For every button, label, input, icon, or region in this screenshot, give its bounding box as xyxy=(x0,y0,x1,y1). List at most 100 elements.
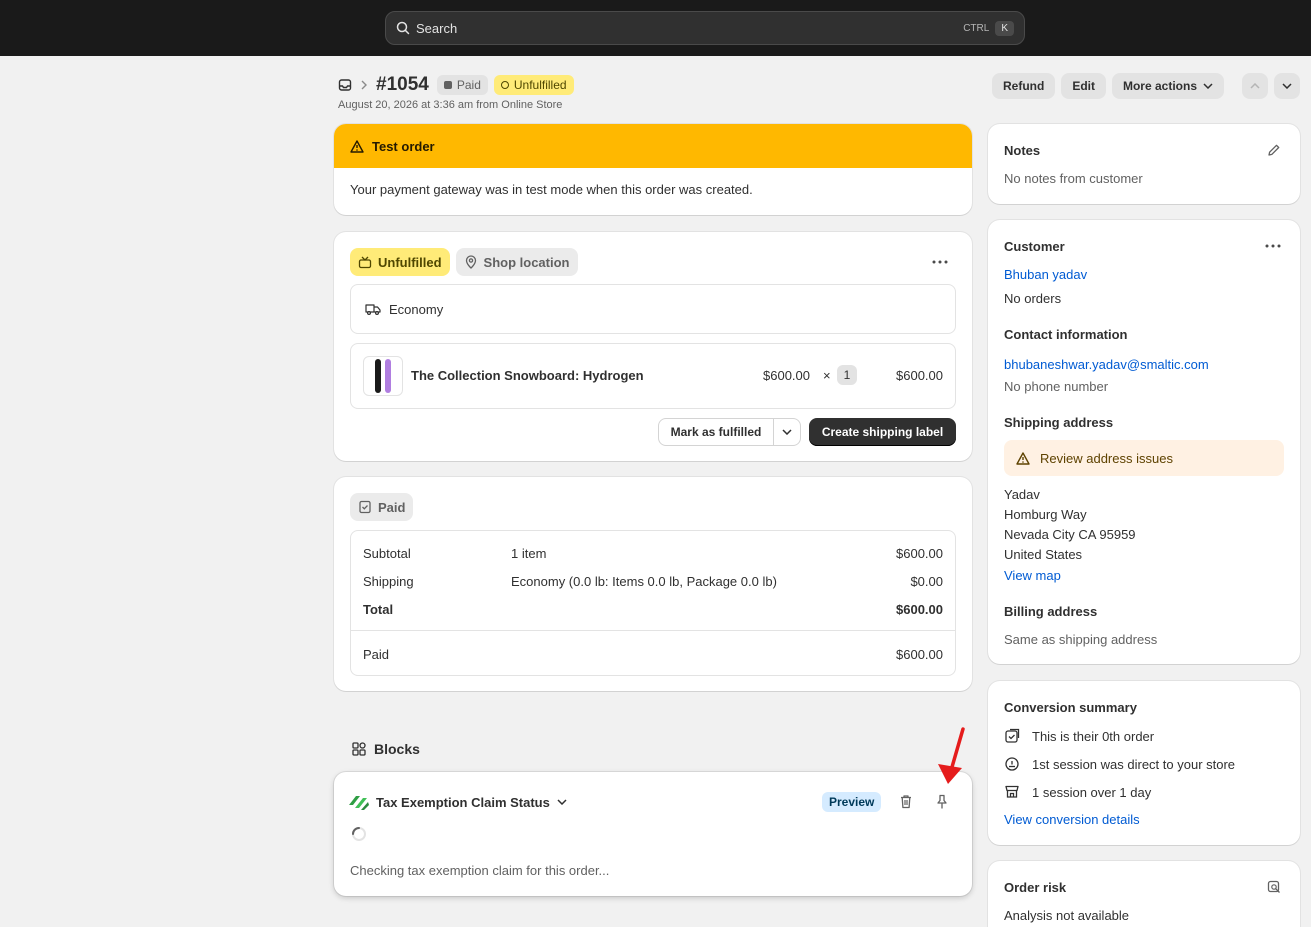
line-item: The Collection Snowboard: Hydrogen $600.… xyxy=(350,343,956,409)
app-logo-icon xyxy=(348,793,370,811)
chevron-up-icon xyxy=(1250,83,1260,89)
pin-icon[interactable] xyxy=(936,794,948,810)
order-risk-text: Analysis not available xyxy=(1004,908,1130,923)
refund-button[interactable]: Refund xyxy=(991,73,1056,99)
preview-badge: Preview xyxy=(822,792,882,812)
test-order-header: Test order xyxy=(334,124,972,168)
address-warning-text: Review address issues xyxy=(1040,450,1173,466)
customer-title: Customer xyxy=(1004,239,1065,254)
order-count-icon xyxy=(1004,728,1020,744)
top-bar: Search CTRL K xyxy=(0,0,1311,56)
blocks-heading: Blocks xyxy=(352,741,420,757)
test-order-message: Your payment gateway was in test mode wh… xyxy=(350,182,753,197)
fulfillment-status-badge: Unfulfilled xyxy=(493,75,574,95)
shortcut-k: K xyxy=(995,20,1014,36)
shortcut-ctrl: CTRL xyxy=(963,22,990,34)
alert-triangle-icon xyxy=(1016,451,1030,465)
address-line: Homburg Way xyxy=(1004,507,1087,522)
chevron-down-icon xyxy=(1282,83,1292,89)
location-badge: Shop location xyxy=(455,248,578,276)
risk-report-icon[interactable] xyxy=(1267,880,1281,894)
more-actions-button[interactable]: More actions xyxy=(1111,73,1224,99)
address-line: United States xyxy=(1004,547,1083,562)
customer-orders: No orders xyxy=(1004,291,1062,306)
search-placeholder: Search xyxy=(416,20,458,36)
more-options-icon[interactable] xyxy=(1265,244,1281,248)
shipping-address-title: Shipping address xyxy=(1004,415,1114,430)
receipt-check-icon xyxy=(359,500,371,514)
unfulfilled-badge: Unfulfilled xyxy=(350,248,450,276)
customer-card: Customer Bhuban yadav No orders Contact … xyxy=(988,220,1300,664)
subtotal-row: Subtotal 1 item $600.00 xyxy=(363,546,943,561)
info-circle-icon xyxy=(1004,756,1020,772)
mark-as-fulfilled-button[interactable]: Mark as fulfilled xyxy=(659,419,774,445)
test-order-title: Test order xyxy=(372,138,435,154)
orders-inbox-icon[interactable] xyxy=(338,78,352,92)
notes-text: No notes from customer xyxy=(1004,171,1143,186)
shipping-method-box: Economy xyxy=(350,284,956,334)
more-options-icon[interactable] xyxy=(932,260,948,264)
breadcrumb-chevron-icon xyxy=(360,80,368,90)
alert-triangle-icon xyxy=(350,139,364,153)
notes-card: Notes No notes from customer xyxy=(988,124,1300,204)
chevron-down-icon xyxy=(782,429,792,435)
conversion-item: 1 session over 1 day xyxy=(1004,784,1151,800)
address-warning[interactable]: Review address issues xyxy=(1004,440,1284,476)
storefront-icon xyxy=(1004,784,1020,800)
order-risk-title: Order risk xyxy=(1004,880,1067,895)
conversion-title: Conversion summary xyxy=(1004,700,1137,715)
loading-spinner-icon xyxy=(351,826,367,842)
loading-message: Checking tax exemption claim for this or… xyxy=(350,863,610,878)
paid-badge: Paid xyxy=(350,493,414,521)
product-name[interactable]: The Collection Snowboard: Hydrogen xyxy=(411,368,644,383)
view-map-link[interactable]: View map xyxy=(1004,568,1061,583)
multiply-sign: × xyxy=(823,368,831,383)
payment-summary: Subtotal 1 item $600.00 Shipping Economy… xyxy=(350,530,956,676)
shipping-row: Shipping Economy (0.0 lb: Items 0.0 lb, … xyxy=(363,574,943,589)
next-order-button[interactable] xyxy=(1274,73,1300,99)
annotation-arrow xyxy=(938,727,965,784)
block-title-row[interactable]: Tax Exemption Claim Status xyxy=(348,793,567,811)
billing-address-title: Billing address xyxy=(1004,604,1098,619)
total-row: Total $600.00 xyxy=(363,602,943,617)
divider xyxy=(351,630,955,631)
payment-card: Paid Subtotal 1 item $600.00 Shipping Ec… xyxy=(334,477,972,691)
order-risk-card: Order risk Analysis not available xyxy=(988,861,1300,927)
search-icon xyxy=(396,21,410,35)
customer-email-link[interactable]: bhubaneshwar.yadav@smaltic.com xyxy=(1004,357,1209,372)
address-line: Nevada City CA 95959 xyxy=(1004,527,1136,542)
paid-row: Paid $600.00 xyxy=(363,647,943,662)
quantity-badge: 1 xyxy=(837,365,857,385)
unfulfilled-icon xyxy=(358,256,372,269)
customer-name-link[interactable]: Bhuban yadav xyxy=(1004,267,1087,282)
product-thumbnail[interactable] xyxy=(363,356,403,396)
location-pin-icon xyxy=(465,255,476,269)
unit-price: $600.00 xyxy=(763,368,810,383)
order-header: #1054 Paid Unfulfilled xyxy=(338,74,574,96)
fulfillment-card: Unfulfilled Shop location Economy The Co… xyxy=(334,232,972,461)
view-conversion-details-link[interactable]: View conversion details xyxy=(1004,812,1140,827)
delivery-truck-icon xyxy=(365,303,381,315)
mark-fulfilled-split-button: Mark as fulfilled xyxy=(658,418,801,446)
test-order-banner: Test order Your payment gateway was in t… xyxy=(334,124,972,215)
chevron-down-icon xyxy=(1203,83,1213,89)
line-total: $600.00 xyxy=(896,368,943,383)
contact-info-title: Contact information xyxy=(1004,327,1128,342)
header-actions: Refund Edit More actions xyxy=(991,73,1300,99)
edit-button[interactable]: Edit xyxy=(1061,73,1106,99)
create-shipping-label-button[interactable]: Create shipping label xyxy=(809,418,956,446)
blocks-grid-icon xyxy=(352,742,366,756)
notes-title: Notes xyxy=(1004,143,1041,158)
customer-phone: No phone number xyxy=(1004,379,1109,394)
delete-trash-icon[interactable] xyxy=(899,794,913,809)
chevron-down-icon xyxy=(557,799,567,805)
address-line: Yadav xyxy=(1004,487,1040,502)
conversion-summary-card: Conversion summary This is their 0th ord… xyxy=(988,681,1300,845)
block-app-title: Tax Exemption Claim Status xyxy=(376,794,550,810)
search-bar[interactable]: Search CTRL K xyxy=(385,11,1025,45)
shipping-method: Economy xyxy=(389,301,444,317)
mark-fulfilled-dropdown[interactable] xyxy=(774,429,800,435)
previous-order-button[interactable] xyxy=(1242,73,1268,99)
order-number: #1054 xyxy=(376,74,429,95)
edit-pencil-icon[interactable] xyxy=(1267,143,1281,157)
